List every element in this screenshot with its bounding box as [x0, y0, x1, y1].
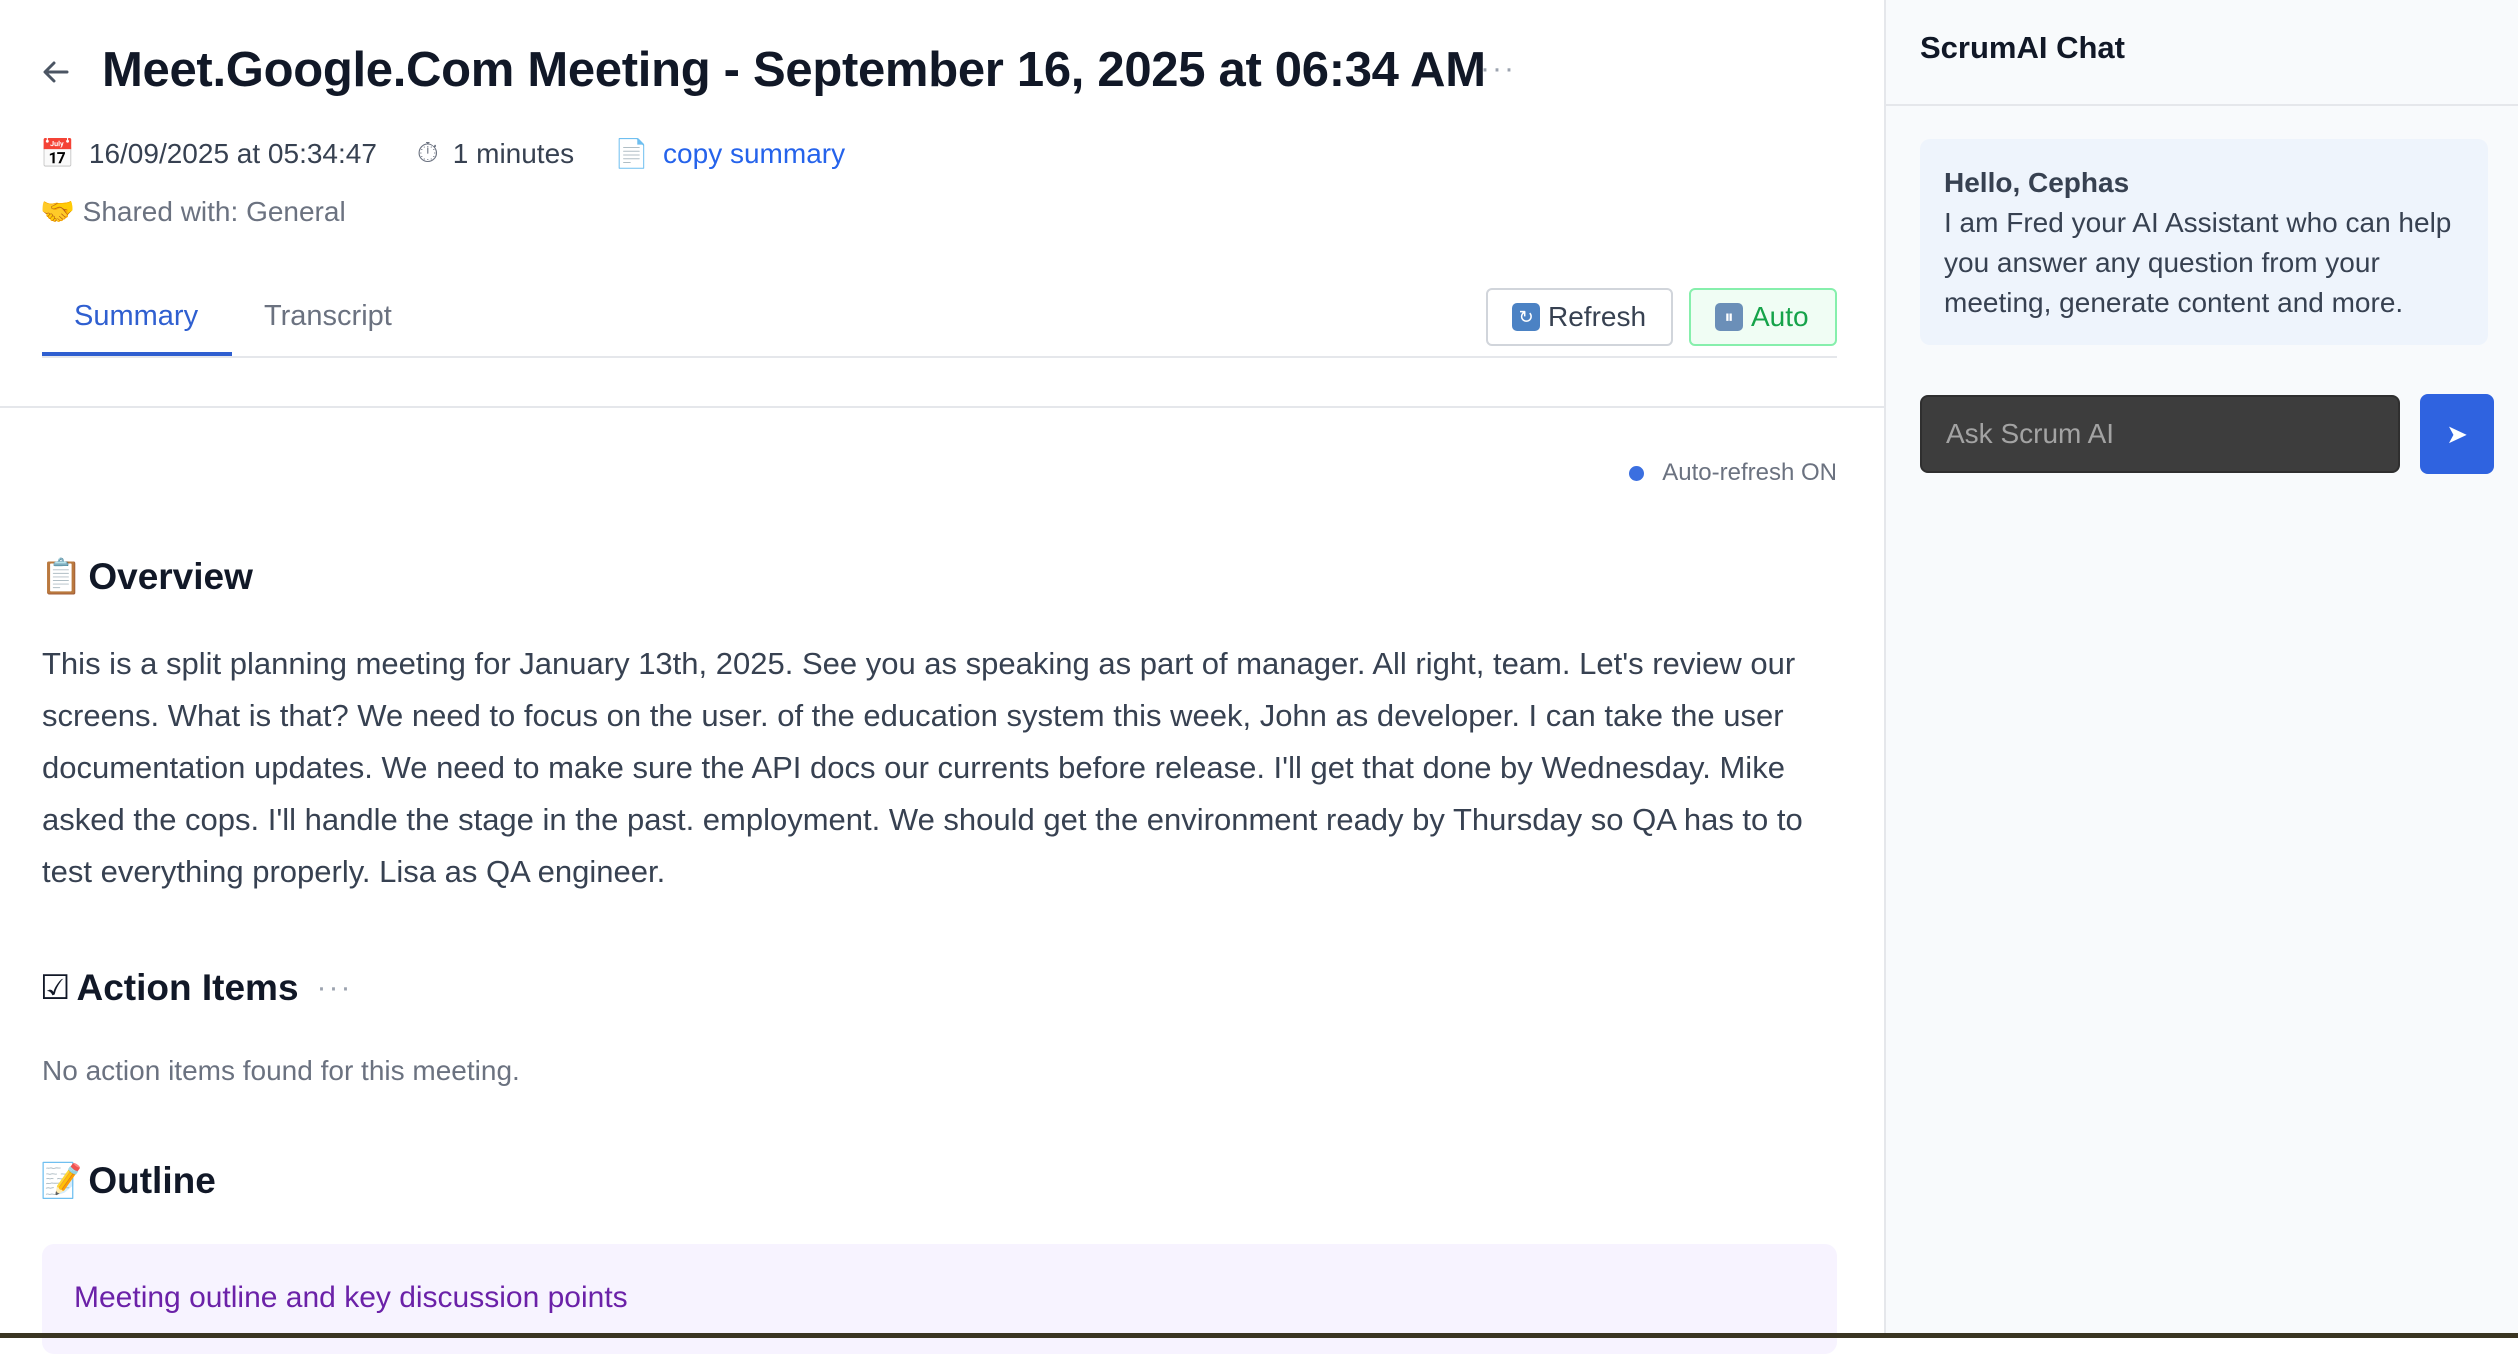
arrow-left-icon — [43, 61, 69, 83]
copy-summary[interactable]: 📄 copy summary — [614, 137, 845, 170]
meeting-detail-pane: Meet.Google.Com Meeting - September 16, … — [0, 0, 1884, 1354]
clipboard-icon: 📋 — [40, 558, 83, 596]
assistant-message-text: I am Fred your AI Assistant who can help… — [1944, 207, 2452, 318]
calendar-icon: 📅 — [40, 138, 75, 169]
duration-value: 1 minutes — [452, 137, 575, 169]
tab-bar: Summary Transcript ↻ Refresh ⏸ Auto — [42, 288, 1837, 358]
action-items-title: Action Items — [76, 967, 299, 1008]
send-button[interactable]: ➤ — [2420, 394, 2494, 474]
back-button[interactable] — [40, 56, 72, 88]
assistant-greeting: Hello, Cephas — [1944, 167, 2130, 198]
page-title: Meet.Google.Com Meeting - September 16, … — [102, 43, 1486, 97]
memo-icon: 📝 — [40, 1162, 83, 1200]
auto-label: Auto — [1751, 301, 1809, 332]
shared-with: 🤝 Shared with: General — [40, 196, 346, 227]
overview-heading: 📋 Overview — [40, 556, 253, 598]
chat-title: ScrumAI Chat — [1920, 30, 2125, 65]
action-items-more-icon[interactable]: ··· — [317, 971, 353, 1005]
chat-input[interactable] — [1920, 395, 2400, 473]
stopwatch-icon: ⏱ — [416, 137, 439, 168]
refresh-button[interactable]: ↻ Refresh — [1486, 288, 1673, 346]
pause-icon: ⏸ — [1715, 303, 1743, 331]
tab-transcript[interactable]: Transcript — [264, 300, 392, 353]
refresh-icon: ↻ — [1512, 303, 1540, 331]
document-icon: 📄 — [614, 138, 650, 169]
overview-text: This is a split planning meeting for Jan… — [42, 646, 1803, 889]
meeting-duration: ⏱ 1 minutes — [417, 137, 574, 170]
outline-card-text: Meeting outline and key discussion point… — [74, 1281, 628, 1314]
meeting-datetime: 16/09/2025 at 05:34:47 — [88, 137, 377, 169]
auto-refresh-status: Auto-refresh ON — [1629, 459, 1837, 487]
auto-refresh-status-text: Auto-refresh ON — [1662, 459, 1837, 486]
meeting-date: 📅 16/09/2025 at 05:34:47 — [40, 137, 377, 170]
checkbox-icon: ☑ — [40, 969, 71, 1007]
overview-title: Overview — [88, 556, 253, 597]
meeting-meta: 📅 16/09/2025 at 05:34:47 ⏱ 1 minutes 📄 c… — [40, 137, 885, 170]
header-divider — [0, 406, 1884, 408]
more-options-icon[interactable]: ··· — [1480, 52, 1516, 86]
status-dot-icon — [1629, 465, 1645, 481]
chat-header: ScrumAI Chat — [1886, 0, 2518, 106]
copy-summary-link[interactable]: copy summary — [663, 138, 845, 170]
assistant-message: Hello, Cephas I am Fred your AI Assistan… — [1920, 139, 2488, 345]
active-tab-indicator — [42, 352, 232, 356]
window-bottom-edge — [0, 1333, 2518, 1338]
no-action-items-text: No action items found for this meeting. — [42, 1055, 520, 1086]
action-items-heading: ☑ Action Items ··· — [40, 967, 353, 1009]
outline-heading: 📝 Outline — [40, 1160, 216, 1202]
refresh-label: Refresh — [1548, 301, 1647, 332]
auto-refresh-toggle[interactable]: ⏸ Auto — [1689, 288, 1837, 346]
chat-panel: ScrumAI Chat Hello, Cephas I am Fred you… — [1884, 0, 2518, 1338]
tab-summary[interactable]: Summary — [74, 300, 198, 353]
outline-title: Outline — [88, 1160, 216, 1201]
send-icon: ➤ — [2446, 418, 2468, 449]
